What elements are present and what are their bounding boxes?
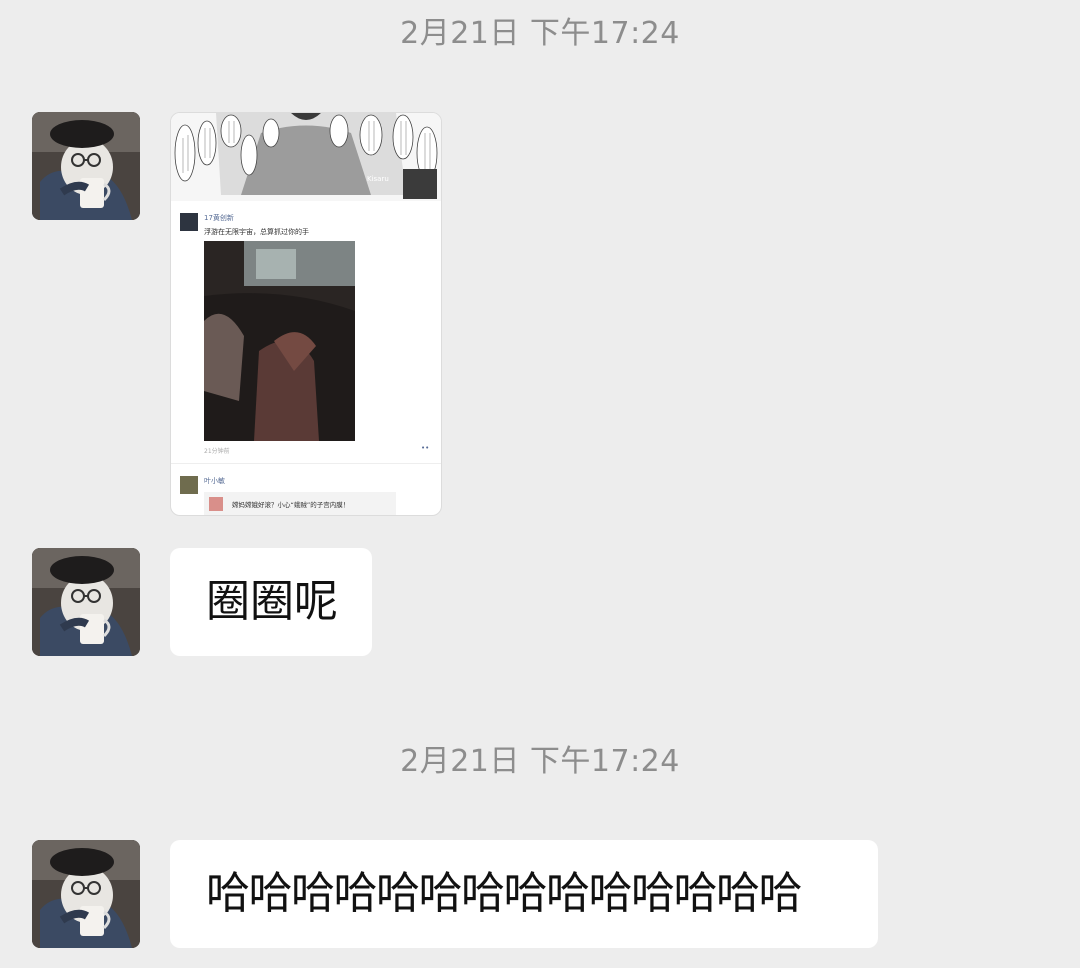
cat-avatar-image <box>32 112 140 220</box>
post-photo <box>204 241 355 441</box>
message-bubble[interactable]: 圈圈呢 <box>170 548 372 656</box>
avatar[interactable] <box>32 840 140 948</box>
post-author-avatar <box>180 213 198 231</box>
commenter-name: 叶小敏 <box>204 477 225 485</box>
link-title: 嫦妈嫦娥好滚？小心“蛾贼”的子宫内膜！ <box>232 501 350 509</box>
divider <box>171 463 441 464</box>
post-text: 浮游在无限宇宙，总算抓过你的手 <box>204 228 309 236</box>
manga-cover-image <box>171 113 441 201</box>
avatar[interactable] <box>32 548 140 656</box>
post-author-name: 17黄创新 <box>204 214 234 222</box>
commenter-avatar <box>180 476 198 494</box>
link-thumbnail <box>209 497 223 511</box>
timestamp-1: 2月21日 下午17:24 <box>400 16 680 51</box>
message-bubble[interactable]: 哈哈哈哈哈哈哈哈哈哈哈哈哈哈 <box>170 840 878 948</box>
avatar[interactable] <box>32 112 140 220</box>
shared-moment-card[interactable]: Kisaru 17黄创新 浮游在无限宇宙，总算抓过你的手 21分钟前 •• 叶小… <box>170 112 442 516</box>
post-time: 21分钟前 <box>204 448 230 455</box>
shared-link-box[interactable]: 嫦妈嫦娥好滚？小心“蛾贼”的子宫内膜！ <box>204 492 396 515</box>
cat-avatar-image <box>32 840 140 948</box>
timestamp-2: 2月21日 下午17:24 <box>400 744 680 779</box>
more-button[interactable]: •• <box>421 444 429 452</box>
cover-watermark: Kisaru <box>367 175 389 183</box>
cat-avatar-image <box>32 548 140 656</box>
